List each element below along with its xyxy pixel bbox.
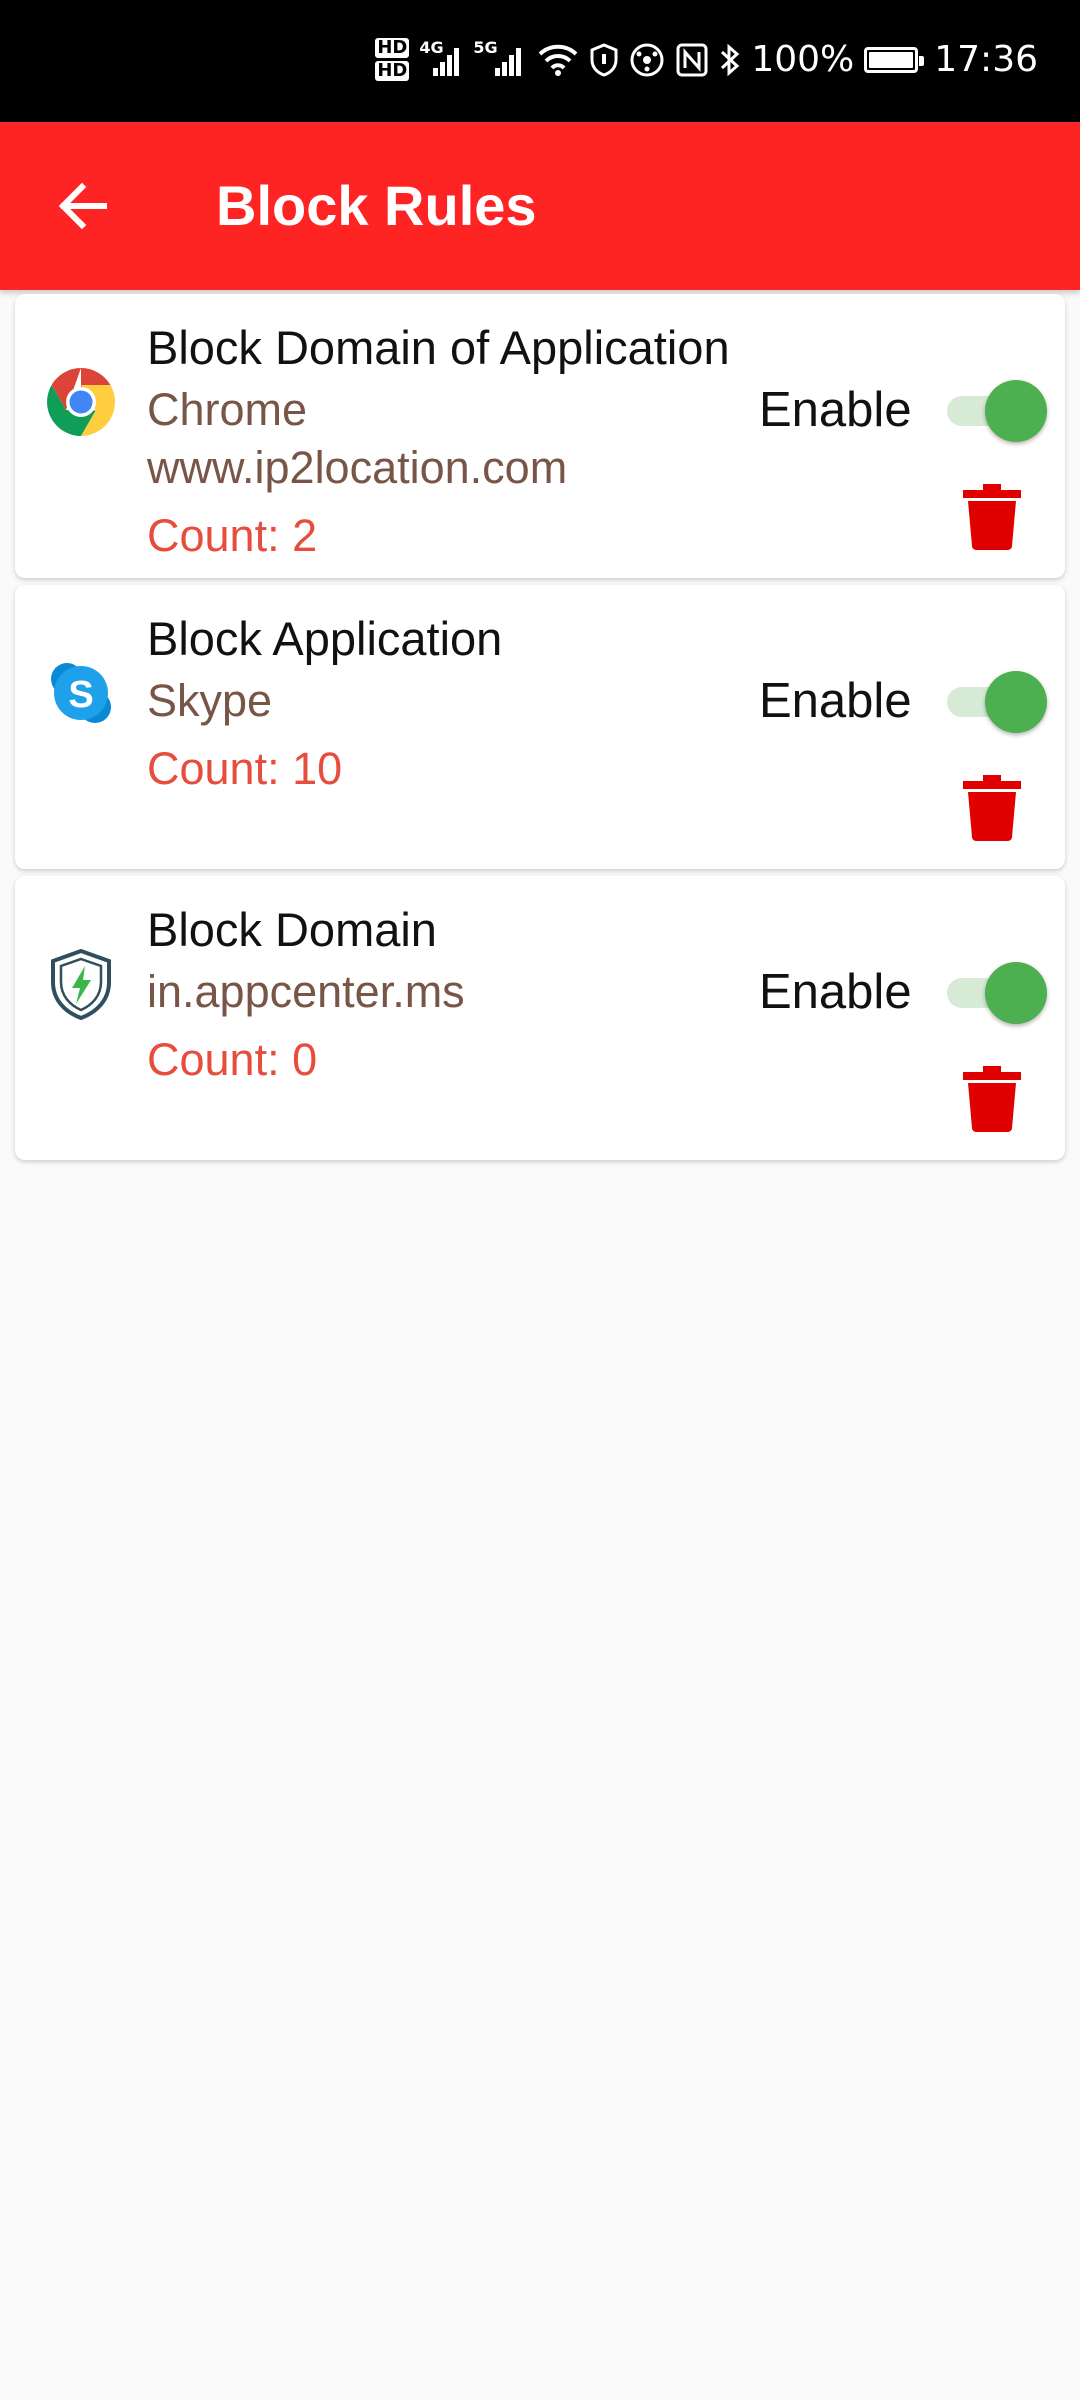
signal-5g-icon: 5G: [473, 38, 527, 80]
page-title: Block Rules: [216, 174, 537, 237]
toggle-thumb: [985, 380, 1047, 442]
nfc-icon: [676, 43, 708, 76]
hd-bottom-label: HD: [375, 60, 410, 81]
enable-toggle[interactable]: [937, 378, 1049, 442]
battery-charging-icon: [864, 46, 925, 73]
rule-type-label: Block Domain of Application: [147, 321, 730, 374]
enable-label: Enable: [759, 965, 912, 1019]
hd-icon: HD HD: [375, 37, 410, 81]
arrow-back-icon[interactable]: [52, 174, 116, 238]
enable-toggle[interactable]: [937, 669, 1049, 733]
bluetooth-icon: [721, 43, 740, 76]
rule-card[interactable]: S Block Application Skype Count: 10 Enab…: [15, 585, 1065, 869]
vpn-shield-icon: [590, 42, 618, 77]
rule-app-label: Chrome: [147, 384, 308, 435]
toggle-thumb: [985, 671, 1047, 733]
rule-type-label: Block Application: [147, 612, 503, 665]
rule-domain-label: in.appcenter.ms: [147, 966, 465, 1017]
status-bar: HD HD 4G 5G 100% 17:36: [0, 0, 1080, 122]
chrome-icon: [47, 368, 115, 436]
skype-icon: S: [51, 663, 111, 723]
hotspot-icon: [630, 43, 664, 76]
rules-list: Block Domain of Application Chrome www.i…: [15, 294, 1065, 1167]
rule-card[interactable]: Block Domain of Application Chrome www.i…: [15, 294, 1065, 578]
hd-top-label: HD: [375, 37, 410, 58]
status-time: 17:36: [934, 39, 1038, 80]
rule-type-label: Block Domain: [147, 903, 437, 956]
signal-4g-icon: 4G: [419, 38, 463, 80]
svg-text:S: S: [68, 674, 93, 716]
toggle-thumb: [985, 962, 1047, 1024]
enable-toggle[interactable]: [937, 960, 1049, 1024]
rule-card[interactable]: Block Domain in.appcenter.ms Count: 0 En…: [15, 876, 1065, 1160]
trash-icon[interactable]: [961, 775, 1023, 841]
trash-icon[interactable]: [961, 484, 1023, 550]
trash-icon[interactable]: [961, 1066, 1023, 1132]
rule-count-label: Count: 2: [147, 510, 318, 561]
enable-label: Enable: [759, 674, 912, 728]
rule-count-label: Count: 0: [147, 1034, 318, 1085]
battery-percent: 100%: [751, 39, 855, 80]
app-bar: Block Rules: [0, 122, 1080, 290]
rule-app-label: Skype: [147, 675, 273, 726]
shield-bolt-icon: [51, 948, 111, 1020]
status-icons: HD HD 4G 5G 100% 17:36: [375, 38, 1038, 81]
rule-domain-label: www.ip2location.com: [147, 442, 568, 493]
rule-count-label: Count: 10: [147, 743, 343, 794]
enable-label: Enable: [759, 383, 912, 437]
wifi-icon: [538, 44, 578, 76]
